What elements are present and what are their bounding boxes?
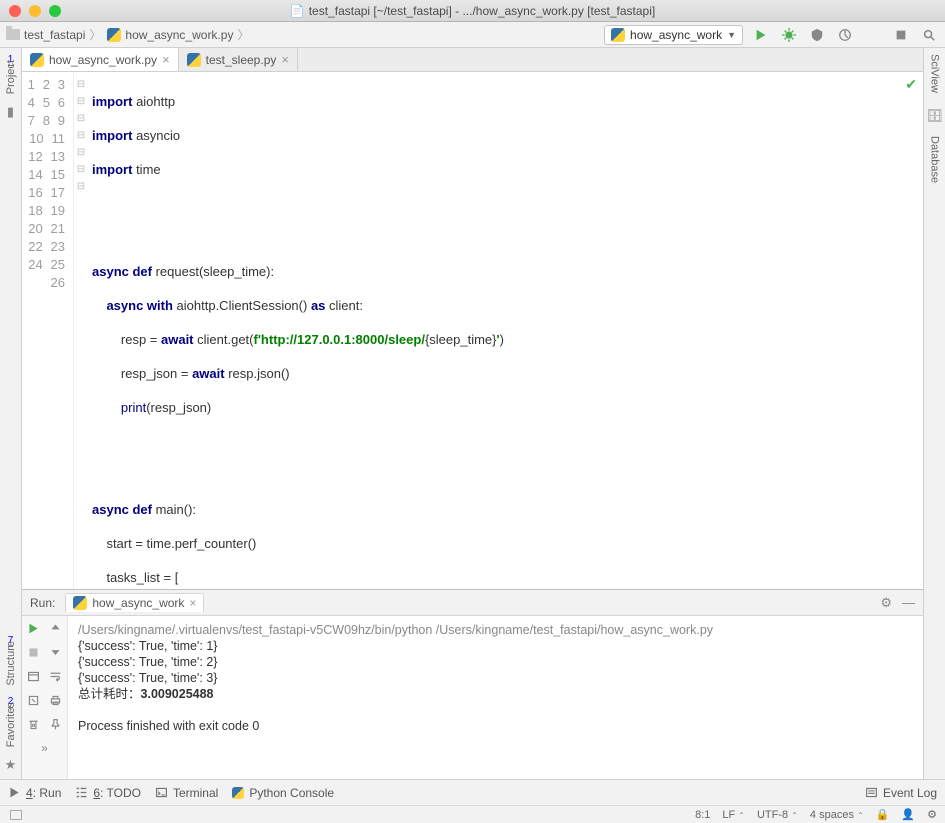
title-bar: 📄test_fastapi [~/test_fastapi] - .../how… [0,0,945,22]
scroll-to-end-button[interactable] [22,688,45,712]
python-icon [187,53,201,67]
run-tab[interactable]: how_async_work × [65,593,204,612]
right-tool-gutter: SciView 🗄 Database [923,48,945,779]
python-icon [611,28,625,42]
event-log-button[interactable]: Event Log [865,786,937,800]
run-with-coverage-button[interactable] [807,25,827,45]
stop-button[interactable] [891,25,911,45]
file-icon: 📄 [290,4,305,18]
memory-indicator[interactable]: ⚙ [927,808,937,821]
hector-icon[interactable]: 👤 [901,808,915,821]
soft-wrap-button[interactable] [45,664,68,688]
search-everywhere-button[interactable] [919,25,939,45]
folder-icon [6,29,20,40]
editor[interactable]: 1 2 3 4 5 6 7 8 9 10 11 12 13 14 15 16 1… [22,72,923,589]
breadcrumb-project[interactable]: test_fastapi 〉 [6,26,101,43]
python-icon [232,787,244,799]
cursor-position[interactable]: 8:1 [695,809,710,821]
run-config-label: how_async_work [630,28,722,42]
editor-tabs: how_async_work.py × test_sleep.py × [22,48,923,72]
python-console-tool-button[interactable]: Python Console [232,786,334,800]
fold-gutter: ⊟ ⊟ ⊟ ⊟ ⊟ ⊟ ⊟ [74,72,88,589]
close-tab-button[interactable]: × [162,52,170,67]
todo-tool-button[interactable]: 6: TODO [75,786,141,800]
navigation-bar: test_fastapi 〉 how_async_work.py 〉 how_a… [0,22,945,48]
terminal-tool-button[interactable]: Terminal [155,786,218,800]
up-stacktrace-button[interactable] [45,616,68,640]
stop-run-button[interactable] [22,640,45,664]
window-title: 📄test_fastapi [~/test_fastapi] - .../how… [0,4,945,18]
chevron-down-icon: ▼ [727,30,736,40]
tool-windows-toggle[interactable] [10,810,22,820]
python-icon [73,596,87,610]
more-button[interactable]: » [22,736,67,760]
run-side-toolbar: » [22,616,68,779]
delete-button[interactable] [22,712,45,736]
chevron-right-icon: 〉 [237,26,249,43]
python-icon [107,28,121,42]
run-tool-window: Run: how_async_work × ⚙ — [22,589,923,779]
attach-to-process-button[interactable] [863,25,883,45]
run-tab-label: how_async_work [92,596,184,610]
file-encoding[interactable]: UTF-8 ⌃ [757,809,798,821]
star-icon: ★ [5,757,17,773]
run-panel-title: Run: [30,596,55,610]
tab-label: test_sleep.py [206,53,277,67]
lock-icon[interactable]: 🔒 [876,808,890,821]
breadcrumb-label: how_async_work.py [125,28,233,42]
down-stacktrace-button[interactable] [45,640,68,664]
sciview-tool-button[interactable]: SciView [929,54,941,96]
breadcrumb-file[interactable]: how_async_work.py 〉 [107,26,249,43]
line-number-gutter: 1 2 3 4 5 6 7 8 9 10 11 12 13 14 15 16 1… [22,72,74,589]
run-output[interactable]: /Users/kingname/.virtualenvs/test_fastap… [68,616,923,779]
run-configuration-dropdown[interactable]: how_async_work ▼ [604,25,743,45]
bottom-tool-bar: 4: Run 6: TODO Terminal Python Console E… [0,779,945,805]
python-icon [30,53,44,67]
run-button[interactable] [751,25,771,45]
hide-panel-button[interactable]: — [902,595,915,610]
status-bar: 8:1 LF ⌃ UTF-8 ⌃ 4 spaces ⌃ 🔒 👤 ⚙ [0,805,945,823]
tab-test-sleep[interactable]: test_sleep.py × [179,48,298,71]
tab-how-async-work[interactable]: how_async_work.py × [22,48,179,71]
inspection-ok-icon: ✔ [905,76,917,93]
breadcrumb-label: test_fastapi [24,28,85,42]
close-tab-button[interactable]: × [189,596,196,610]
line-separator[interactable]: LF ⌃ [722,809,745,821]
rerun-button[interactable] [22,616,45,640]
tab-label: how_async_work.py [49,53,157,67]
database-icon: 🗄 [926,108,943,124]
close-tab-button[interactable]: × [281,52,289,67]
run-tool-button[interactable]: 4: Run [8,786,61,800]
breadcrumb: test_fastapi 〉 how_async_work.py 〉 [6,26,604,43]
gear-icon[interactable]: ⚙ [880,595,892,611]
profile-button[interactable] [835,25,855,45]
project-tool-button[interactable]: 1 Project [5,54,17,94]
chevron-right-icon: 〉 [89,26,101,43]
restore-layout-button[interactable] [22,664,45,688]
database-tool-button[interactable]: Database [929,136,941,186]
indent-settings[interactable]: 4 spaces ⌃ [810,809,864,821]
bookmarks-icon[interactable]: ▮ [7,104,14,120]
code-area[interactable]: import aiohttp import asyncio import tim… [88,72,923,589]
favorites-tool-button[interactable]: 2 Favorites [5,696,17,747]
structure-tool-button[interactable]: 7 Structure [5,635,17,686]
left-tool-gutter: 1 Project ▮ 7 Structure 2 Favorites ★ [0,48,22,779]
pin-tab-button[interactable] [45,712,68,736]
debug-button[interactable] [779,25,799,45]
print-button[interactable] [45,688,68,712]
